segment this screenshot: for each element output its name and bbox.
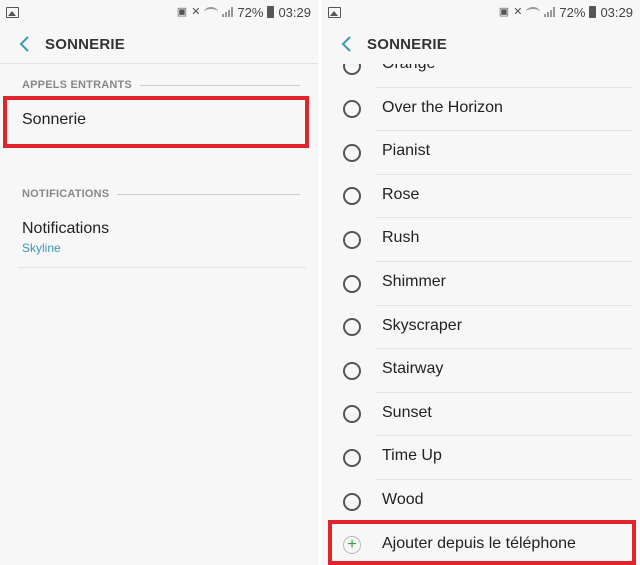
radio-button[interactable] [343,100,361,119]
radio-button[interactable] [343,64,361,75]
gallery-notification-icon [328,6,341,18]
status-bar: ▣ ✕ 72% 03:29 [0,0,318,24]
radio-button[interactable] [343,492,361,511]
section-header-label: APPELS ENTRANTS [22,79,132,91]
radio-button[interactable] [343,230,361,249]
section-header-notifications: NOTIFICATIONS [22,188,300,200]
gallery-notification-icon [6,6,19,18]
radio-button[interactable] [343,405,361,424]
battery-icon [589,6,597,18]
radio-button[interactable] [343,361,361,380]
ringtone-label: Orange [382,64,435,73]
radio-button[interactable] [343,318,361,337]
back-arrow-icon[interactable] [327,24,367,64]
right-screen: Orange Over the Horizon Pianist Rose Rush Shi… [322,0,640,565]
list-divider [18,267,306,268]
ringtone-label: Shimmer [382,273,447,290]
radio-button[interactable] [343,143,361,162]
section-header-incoming-calls: APPELS ENTRANTS [22,79,300,91]
signal-icon [544,7,556,17]
radio-button[interactable] [343,187,361,206]
battery-percent: 72% [559,4,586,20]
signal-icon [222,7,234,17]
ringtone-item[interactable]: Over the Horizon [322,88,640,132]
ringtone-item[interactable]: Time Up [322,436,640,480]
status-bar: ▣ ✕ 72% 03:29 [322,0,640,24]
add-from-phone-highlight-box [328,520,636,565]
ringtone-label: Stairway [382,360,444,378]
radio-button[interactable] [343,274,361,293]
mute-icon: ✕ [191,5,201,18]
mute-icon: ✕ [513,5,523,18]
app-bar: SONNERIE [322,24,640,64]
ringtone-label: Pianist [382,142,431,160]
battery-icon [267,6,275,18]
ringtone-label: Sunset [382,403,432,421]
page-title: SONNERIE [367,35,447,53]
ringtone-label: Skyscraper [382,316,463,334]
ringtone-label: Rose [382,185,420,203]
ringtone-item[interactable]: Rose [322,175,640,219]
ringtone-item[interactable]: Skyscraper [322,306,640,350]
notification-sound-value: Skyline [22,241,61,255]
ringtone-label: Time Up [382,447,442,465]
left-screen: ▣ ✕ 72% 03:29 SONNERIE APPELS ENTRANTS S… [0,0,318,565]
radio-button[interactable] [343,448,361,467]
lock-icon: ▣ [176,5,188,18]
ringtone-label: Over the Horizon [382,98,503,116]
lock-icon: ▣ [498,5,510,18]
ringtone-setting[interactable]: Sonnerie [22,111,86,129]
page-title: SONNERIE [45,35,125,53]
ringtone-label: Rush [382,229,420,247]
ringtone-label: Wood [382,491,424,508]
appbar-divider [0,63,318,64]
section-header-label: NOTIFICATIONS [22,188,110,200]
ringtone-item[interactable]: Shimmer [322,262,640,306]
clock: 03:29 [278,4,311,20]
ringtone-item[interactable]: Wood [322,480,640,524]
app-bar: SONNERIE [0,24,318,64]
battery-percent: 72% [237,4,264,20]
ringtone-item[interactable]: Pianist [322,131,640,175]
wifi-icon [204,7,219,17]
wifi-icon [526,7,541,17]
clock: 03:29 [600,4,633,20]
ringtone-item[interactable]: Rush [322,218,640,262]
ringtone-item[interactable]: Sunset [322,393,640,437]
ringtone-item[interactable]: Orange [322,64,640,88]
notification-sound-setting[interactable]: Notifications [22,220,109,238]
ringtone-list[interactable]: Orange Over the Horizon Pianist Rose Rush Shi… [322,64,640,565]
back-arrow-icon[interactable] [5,24,45,64]
ringtone-item[interactable]: Stairway [322,349,640,393]
